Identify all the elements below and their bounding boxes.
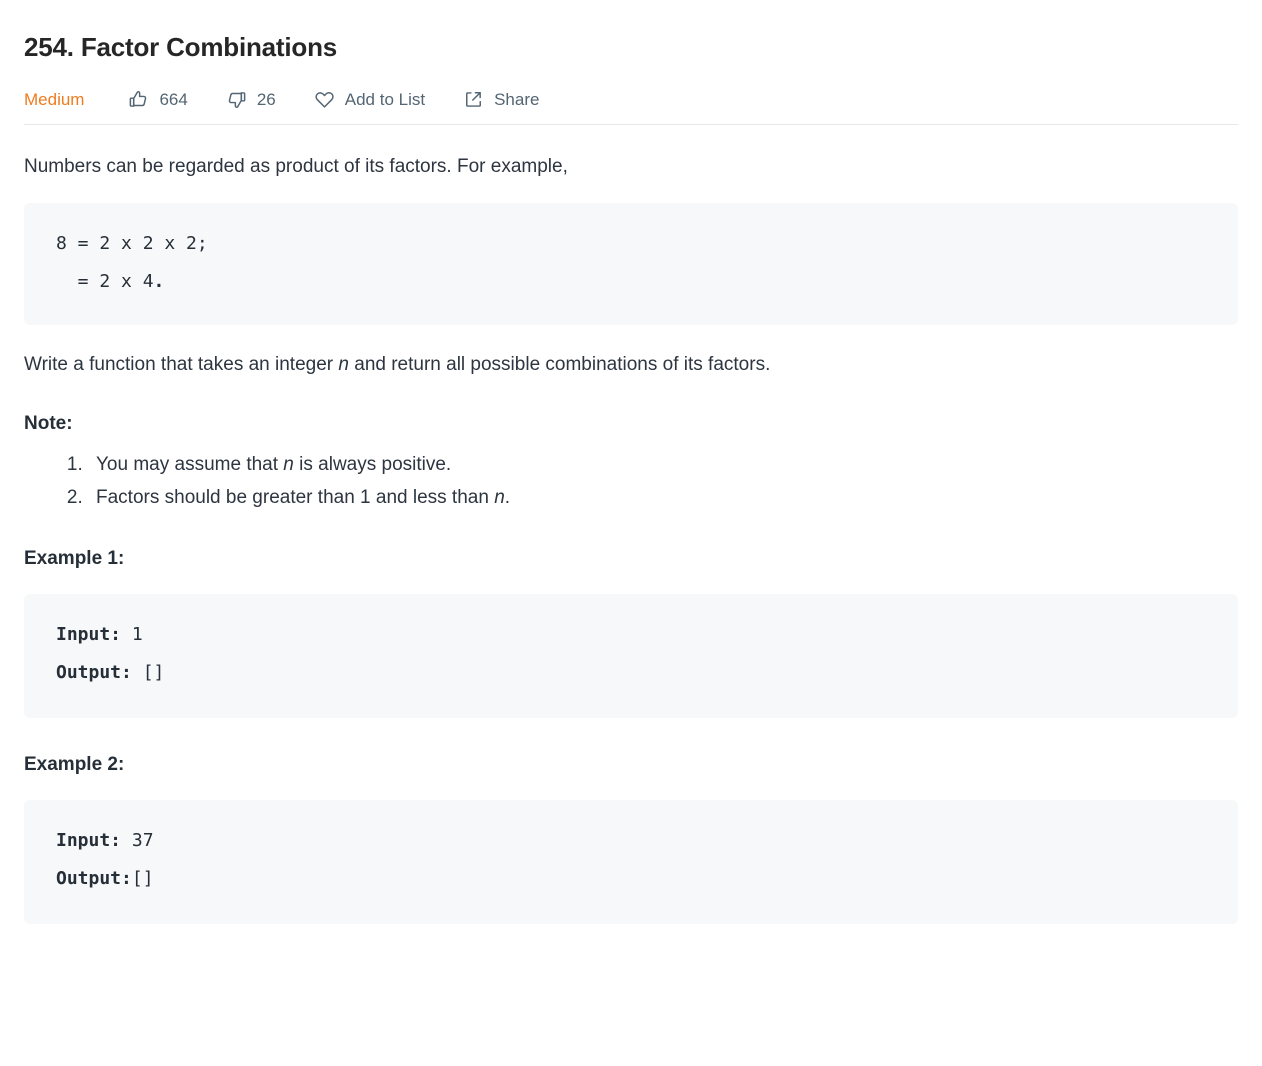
add-to-list-label: Add to List (344, 89, 426, 109)
example-1-heading: Example 1: (24, 548, 125, 569)
note-heading: Note: (24, 413, 73, 434)
task-paragraph: Write a function that takes an integer n… (24, 351, 1238, 379)
thumbs-up-icon (128, 89, 149, 110)
example-1-code-block: Input: 1 Output: [] (24, 594, 1238, 718)
example-1-output-label: Output: (56, 662, 132, 683)
page-title: 254. Factor Combinations (24, 32, 338, 62)
intro-paragraph: Numbers can be regarded as product of it… (24, 156, 568, 177)
note-text-after: . (504, 487, 511, 508)
share-button[interactable]: Share (463, 89, 539, 110)
share-icon (463, 89, 484, 110)
formula-code-block: 8 = 2 x 2 x 2; = 2 x 4. (24, 203, 1238, 325)
difficulty-badge: Medium (24, 89, 85, 109)
heart-icon (314, 89, 335, 110)
example-1-output-value: [] (131, 662, 165, 683)
example-1-input-value: 1 (121, 624, 143, 645)
note-text-before: Factors should be greater than 1 and les… (96, 487, 495, 508)
like-count: 664 (159, 89, 188, 109)
example-2-output-label: Output: (56, 868, 132, 889)
thumbs-down-icon (226, 89, 247, 110)
note-text-after: is always positive. (293, 454, 452, 475)
example-2-heading: Example 2: (24, 754, 125, 775)
like-button[interactable]: 664 (128, 89, 188, 110)
task-variable: n (338, 354, 349, 375)
dislike-count: 26 (256, 89, 276, 109)
note-variable: n (494, 487, 505, 508)
dislike-button[interactable]: 26 (226, 89, 276, 110)
note-list: You may assume that n is always positive… (24, 451, 1238, 512)
header-divider (24, 124, 1238, 125)
formula-line-1: 8 = 2 x 2 x 2; (56, 233, 208, 254)
example-2-output-value: [] (131, 868, 154, 889)
example-2-input-label: Input: (56, 830, 122, 851)
list-item: Factors should be greater than 1 and les… (88, 484, 1238, 512)
formula-line-2-period: . (153, 271, 165, 292)
example-2-input-value: 37 (121, 830, 154, 851)
task-text-after: and return all possible combinations of … (348, 354, 771, 375)
task-text-before: Write a function that takes an integer (24, 354, 339, 375)
problem-page: 254. Factor Combinations Medium 664 26 A… (0, 0, 1262, 1066)
example-1-input-label: Input: (56, 624, 122, 645)
example-2-code-block: Input: 37 Output:[] (24, 800, 1238, 924)
note-text-before: You may assume that (96, 454, 284, 475)
list-item: You may assume that n is always positive… (88, 451, 1238, 479)
share-label: Share (494, 89, 540, 109)
problem-meta-bar: Medium 664 26 Add to List Share (24, 74, 1238, 124)
add-to-list-button[interactable]: Add to List (314, 89, 425, 110)
formula-line-2: = 2 x 4 (56, 271, 154, 292)
note-variable: n (283, 454, 294, 475)
